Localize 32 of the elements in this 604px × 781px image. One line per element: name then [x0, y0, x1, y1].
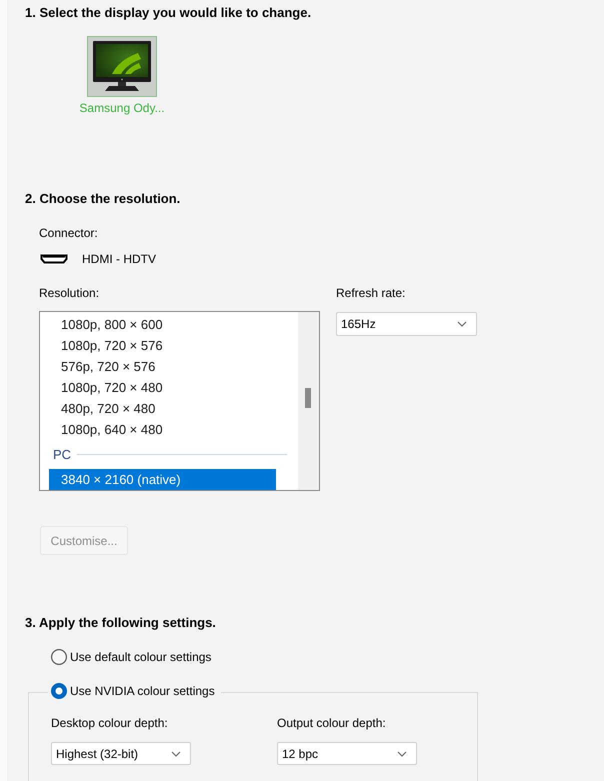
- field-label: Output colour depth:: [277, 715, 386, 731]
- field-label: Connector:: [39, 225, 98, 241]
- radio-option[interactable]: Use NVIDIA colour settings: [51, 683, 215, 699]
- resolution-option[interactable]: 3840 × 2160 (native): [49, 469, 276, 490]
- radio-option[interactable]: Use default colour settings: [51, 649, 212, 665]
- section-heading: 2. Choose the resolution.: [25, 191, 180, 207]
- resolution-option[interactable]: 1080p, 720 × 480: [49, 377, 276, 398]
- section-heading: 3. Apply the following settings.: [25, 615, 216, 631]
- display-tile[interactable]: [87, 36, 157, 97]
- monitor-icon: [92, 40, 152, 94]
- display-name: Samsung Ody...: [79, 100, 165, 116]
- chevron-down-icon: [171, 750, 181, 756]
- resolution-option[interactable]: 576p, 720 × 576: [49, 356, 276, 377]
- chevron-down-icon: [457, 321, 467, 327]
- connector-name: HDMI - HDTV: [82, 251, 156, 268]
- field-label: Desktop colour depth:: [51, 715, 168, 731]
- resolution-option[interactable]: 1080p, 800 × 600: [49, 314, 276, 335]
- section-heading: 1. Select the display you would like to change.: [25, 4, 312, 21]
- dropdown[interactable]: 165Hz: [336, 312, 477, 336]
- group-header: PC: [53, 446, 72, 464]
- hdmi-port-icon: [40, 254, 68, 264]
- resolution-option[interactable]: 1080p, 720 × 576: [49, 335, 276, 356]
- resolution-option[interactable]: 480p, 720 × 480: [49, 398, 276, 419]
- field-label: Resolution:: [39, 285, 100, 301]
- dropdown[interactable]: 12 bpc: [277, 742, 417, 765]
- scrollbar-thumb[interactable]: [305, 388, 311, 408]
- resolution-list[interactable]: 1080p, 800 × 600 1080p, 720 × 576 576p, 720 × 576 1080p, 720 × 480 480p, 720 × 480 1080p, 640 × 480 PC 3840 × 2160 (native): [39, 311, 320, 491]
- chevron-down-icon: [397, 750, 407, 756]
- resolution-option[interactable]: 1080p, 640 × 480: [49, 419, 276, 440]
- scrollbar-track[interactable]: [298, 312, 319, 490]
- field-label: Refresh rate:: [336, 285, 406, 301]
- dropdown[interactable]: Highest (32-bit): [51, 742, 191, 765]
